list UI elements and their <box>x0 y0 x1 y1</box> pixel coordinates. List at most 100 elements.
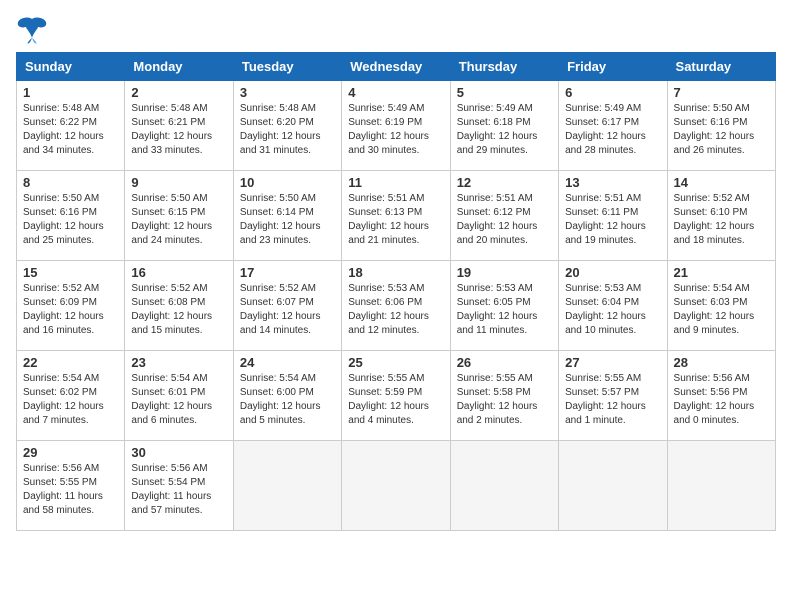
day-info: Sunrise: 5:50 AMSunset: 6:15 PMDaylight:… <box>131 192 226 248</box>
calendar-day-cell: 28Sunrise: 5:56 AMSunset: 5:56 PMDayligh… <box>667 351 775 441</box>
calendar-day-cell <box>667 441 775 531</box>
day-info: Sunrise: 5:54 AMSunset: 6:00 PMDaylight:… <box>240 372 335 428</box>
day-number: 9 <box>131 175 226 190</box>
day-number: 7 <box>674 85 769 100</box>
calendar-day-cell: 30 Sunrise: 5:56 AMSunset: 5:54 PMDayligh… <box>125 441 233 531</box>
day-info: Sunrise: 5:51 AMSunset: 6:13 PMDaylight:… <box>348 192 443 248</box>
calendar-week-row: 15 Sunrise: 5:52 AMSunset: 6:09 PMDayligh… <box>17 261 776 351</box>
day-info: Sunrise: 5:49 AMSunset: 6:17 PMDaylight:… <box>565 102 660 158</box>
day-number: 17 <box>240 265 335 280</box>
calendar-day-cell: 16Sunrise: 5:52 AMSunset: 6:08 PMDayligh… <box>125 261 233 351</box>
calendar-header-thursday: Thursday <box>450 53 558 81</box>
day-info: Sunrise: 5:50 AMSunset: 6:16 PMDaylight:… <box>674 102 769 158</box>
day-number: 27 <box>565 355 660 370</box>
day-number: 20 <box>565 265 660 280</box>
calendar-day-cell: 7 Sunrise: 5:50 AMSunset: 6:16 PMDaylight… <box>667 81 775 171</box>
calendar-day-cell: 1 Sunrise: 5:48 AMSunset: 6:22 PMDaylight… <box>17 81 125 171</box>
calendar-header-monday: Monday <box>125 53 233 81</box>
day-number: 18 <box>348 265 443 280</box>
day-number: 14 <box>674 175 769 190</box>
calendar-day-cell: 2Sunrise: 5:48 AMSunset: 6:21 PMDaylight… <box>125 81 233 171</box>
day-info: Sunrise: 5:54 AMSunset: 6:03 PMDaylight:… <box>674 282 769 338</box>
calendar-header-sunday: Sunday <box>17 53 125 81</box>
day-info: Sunrise: 5:50 AMSunset: 6:16 PMDaylight:… <box>23 192 118 248</box>
day-info: Sunrise: 5:56 AMSunset: 5:56 PMDaylight:… <box>674 372 769 428</box>
calendar-day-cell: 5 Sunrise: 5:49 AMSunset: 6:18 PMDaylight… <box>450 81 558 171</box>
page-header <box>16 16 776 44</box>
calendar-day-cell: 17 Sunrise: 5:52 AMSunset: 6:07 PMDayligh… <box>233 261 341 351</box>
calendar-day-cell: 8 Sunrise: 5:50 AMSunset: 6:16 PMDaylight… <box>17 171 125 261</box>
day-info: Sunrise: 5:52 AMSunset: 6:10 PMDaylight:… <box>674 192 769 248</box>
day-info: Sunrise: 5:53 AMSunset: 6:04 PMDaylight:… <box>565 282 660 338</box>
calendar-day-cell: 27 Sunrise: 5:55 AMSunset: 5:57 PMDayligh… <box>559 351 667 441</box>
calendar-day-cell: 23Sunrise: 5:54 AMSunset: 6:01 PMDayligh… <box>125 351 233 441</box>
day-number: 10 <box>240 175 335 190</box>
calendar-header-saturday: Saturday <box>667 53 775 81</box>
day-info: Sunrise: 5:49 AMSunset: 6:19 PMDaylight:… <box>348 102 443 158</box>
calendar-day-cell: 9 Sunrise: 5:50 AMSunset: 6:15 PMDaylight… <box>125 171 233 261</box>
day-info: Sunrise: 5:56 AMSunset: 5:54 PMDaylight:… <box>131 462 226 518</box>
calendar-day-cell: 22Sunrise: 5:54 AMSunset: 6:02 PMDayligh… <box>17 351 125 441</box>
day-number: 30 <box>131 445 226 460</box>
day-number: 16 <box>131 265 226 280</box>
day-number: 8 <box>23 175 118 190</box>
calendar-day-cell: 15 Sunrise: 5:52 AMSunset: 6:09 PMDayligh… <box>17 261 125 351</box>
calendar-day-cell: 19 Sunrise: 5:53 AMSunset: 6:05 PMDayligh… <box>450 261 558 351</box>
day-info: Sunrise: 5:53 AMSunset: 6:06 PMDaylight:… <box>348 282 443 338</box>
calendar-day-cell <box>233 441 341 531</box>
calendar-day-cell: 20 Sunrise: 5:53 AMSunset: 6:04 PMDayligh… <box>559 261 667 351</box>
day-info: Sunrise: 5:54 AMSunset: 6:01 PMDaylight:… <box>131 372 226 428</box>
day-number: 5 <box>457 85 552 100</box>
day-number: 12 <box>457 175 552 190</box>
day-number: 15 <box>23 265 118 280</box>
calendar-week-row: 1 Sunrise: 5:48 AMSunset: 6:22 PMDaylight… <box>17 81 776 171</box>
calendar-day-cell: 3Sunrise: 5:48 AMSunset: 6:20 PMDaylight… <box>233 81 341 171</box>
calendar-day-cell: 24Sunrise: 5:54 AMSunset: 6:00 PMDayligh… <box>233 351 341 441</box>
calendar-header-wednesday: Wednesday <box>342 53 450 81</box>
day-info: Sunrise: 5:48 AMSunset: 6:22 PMDaylight:… <box>23 102 118 158</box>
day-number: 11 <box>348 175 443 190</box>
calendar-day-cell: 4 Sunrise: 5:49 AMSunset: 6:19 PMDaylight… <box>342 81 450 171</box>
day-info: Sunrise: 5:50 AMSunset: 6:14 PMDaylight:… <box>240 192 335 248</box>
calendar-day-cell: 11 Sunrise: 5:51 AMSunset: 6:13 PMDayligh… <box>342 171 450 261</box>
calendar-header-tuesday: Tuesday <box>233 53 341 81</box>
day-number: 2 <box>131 85 226 100</box>
calendar-day-cell <box>450 441 558 531</box>
day-info: Sunrise: 5:55 AMSunset: 5:59 PMDaylight:… <box>348 372 443 428</box>
calendar-week-row: 29 Sunrise: 5:56 AMSunset: 5:55 PMDayligh… <box>17 441 776 531</box>
day-number: 6 <box>565 85 660 100</box>
day-info: Sunrise: 5:49 AMSunset: 6:18 PMDaylight:… <box>457 102 552 158</box>
logo-bird-icon <box>16 16 48 44</box>
logo <box>16 16 52 44</box>
day-info: Sunrise: 5:53 AMSunset: 6:05 PMDaylight:… <box>457 282 552 338</box>
day-info: Sunrise: 5:55 AMSunset: 5:58 PMDaylight:… <box>457 372 552 428</box>
day-number: 19 <box>457 265 552 280</box>
day-number: 26 <box>457 355 552 370</box>
day-number: 1 <box>23 85 118 100</box>
day-number: 25 <box>348 355 443 370</box>
calendar-day-cell: 18 Sunrise: 5:53 AMSunset: 6:06 PMDayligh… <box>342 261 450 351</box>
calendar-day-cell: 14 Sunrise: 5:52 AMSunset: 6:10 PMDayligh… <box>667 171 775 261</box>
day-number: 22 <box>23 355 118 370</box>
day-number: 29 <box>23 445 118 460</box>
calendar-header-friday: Friday <box>559 53 667 81</box>
calendar-week-row: 8 Sunrise: 5:50 AMSunset: 6:16 PMDaylight… <box>17 171 776 261</box>
calendar-day-cell: 6 Sunrise: 5:49 AMSunset: 6:17 PMDaylight… <box>559 81 667 171</box>
calendar-day-cell: 12 Sunrise: 5:51 AMSunset: 6:12 PMDayligh… <box>450 171 558 261</box>
calendar-day-cell <box>342 441 450 531</box>
day-info: Sunrise: 5:55 AMSunset: 5:57 PMDaylight:… <box>565 372 660 428</box>
day-info: Sunrise: 5:52 AMSunset: 6:07 PMDaylight:… <box>240 282 335 338</box>
calendar-week-row: 22Sunrise: 5:54 AMSunset: 6:02 PMDayligh… <box>17 351 776 441</box>
day-info: Sunrise: 5:56 AMSunset: 5:55 PMDaylight:… <box>23 462 118 518</box>
day-info: Sunrise: 5:51 AMSunset: 6:12 PMDaylight:… <box>457 192 552 248</box>
calendar-table: SundayMondayTuesdayWednesdayThursdayFrid… <box>16 52 776 531</box>
calendar-day-cell: 13Sunrise: 5:51 AMSunset: 6:11 PMDayligh… <box>559 171 667 261</box>
calendar-day-cell: 25 Sunrise: 5:55 AMSunset: 5:59 PMDayligh… <box>342 351 450 441</box>
calendar-day-cell <box>559 441 667 531</box>
day-info: Sunrise: 5:48 AMSunset: 6:20 PMDaylight:… <box>240 102 335 158</box>
day-info: Sunrise: 5:52 AMSunset: 6:09 PMDaylight:… <box>23 282 118 338</box>
calendar-day-cell: 10 Sunrise: 5:50 AMSunset: 6:14 PMDayligh… <box>233 171 341 261</box>
day-number: 13 <box>565 175 660 190</box>
day-number: 4 <box>348 85 443 100</box>
calendar-header-row: SundayMondayTuesdayWednesdayThursdayFrid… <box>17 53 776 81</box>
